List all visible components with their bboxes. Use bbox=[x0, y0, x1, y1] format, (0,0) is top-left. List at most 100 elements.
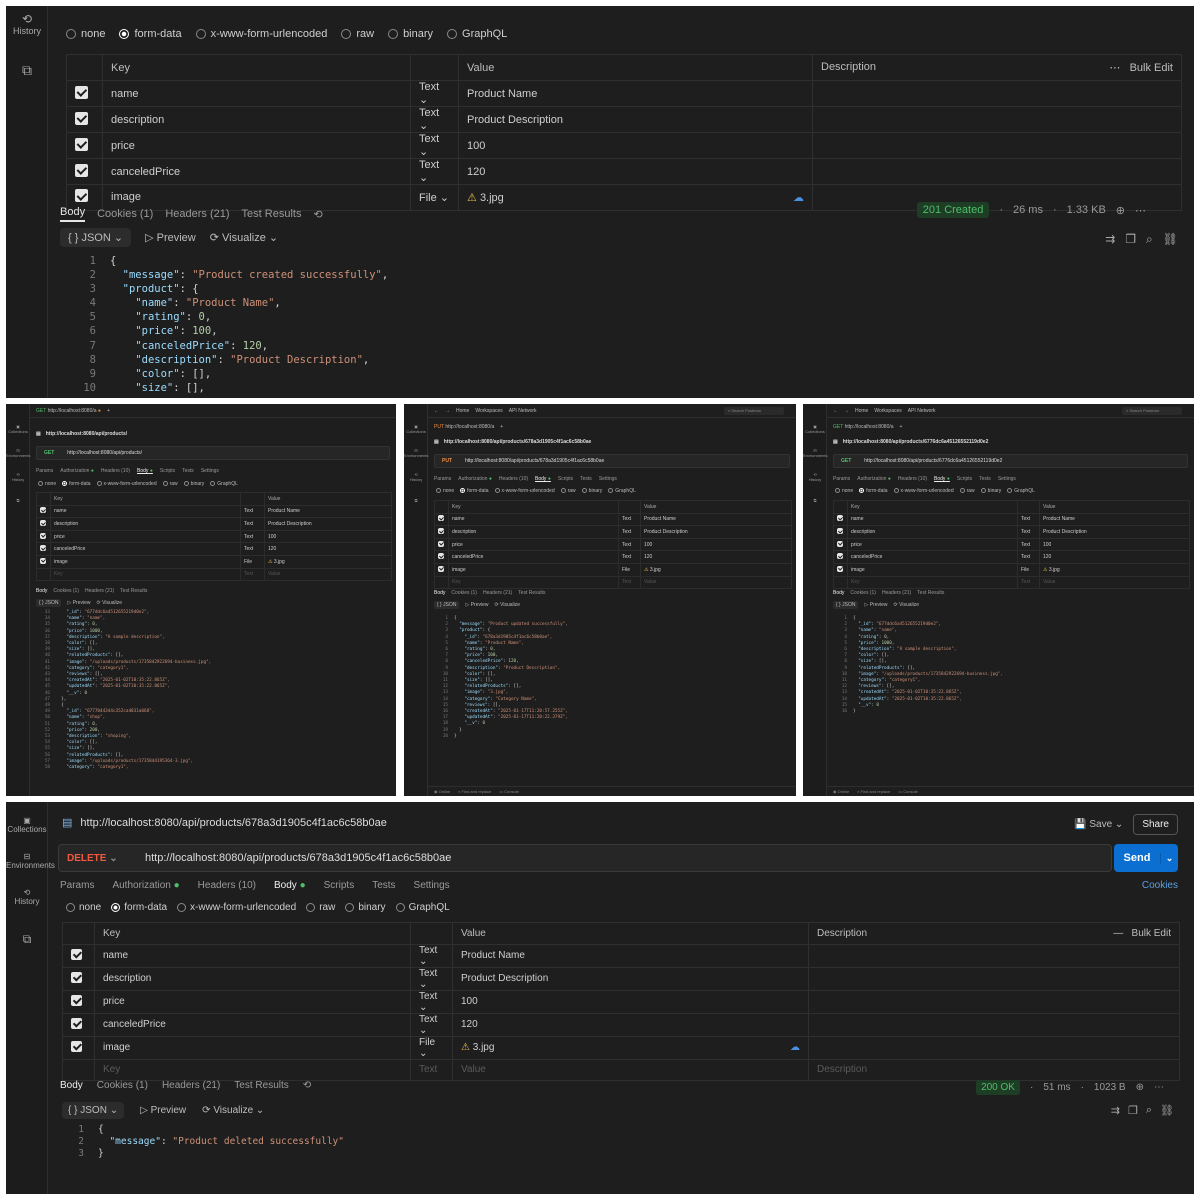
tab-test-results[interactable]: Test Results bbox=[242, 208, 302, 220]
history-icon[interactable]: ⟲ bbox=[303, 1080, 311, 1091]
row-checkbox[interactable] bbox=[75, 85, 88, 99]
nav-home[interactable]: Home bbox=[456, 408, 469, 414]
request-tab[interactable]: GET http://localhost:8080/a ● bbox=[36, 408, 101, 414]
more-icon[interactable]: ⋯ bbox=[1154, 1082, 1164, 1093]
tab-params[interactable]: Params bbox=[60, 880, 94, 891]
url-input[interactable]: http://localhost:8080/api/products/678a3… bbox=[465, 458, 604, 464]
environments-icon[interactable]: ⊟ Environments bbox=[803, 448, 827, 458]
url-input[interactable]: http://localhost:8080/api/products/ bbox=[67, 450, 142, 456]
history-icon[interactable]: ⟲ History bbox=[6, 472, 30, 482]
radio-graphql[interactable]: GraphQL bbox=[447, 28, 507, 40]
send-button[interactable]: Send ⌄ bbox=[1114, 844, 1178, 872]
url-input[interactable]: http://localhost:8080/api/products/678a3… bbox=[145, 852, 451, 864]
tab-settings[interactable]: Settings bbox=[414, 880, 450, 891]
row-checkbox[interactable] bbox=[71, 1017, 82, 1029]
back-icon[interactable]: ← bbox=[434, 408, 439, 414]
search-icon[interactable]: ⌕ bbox=[1146, 232, 1153, 247]
wrap-icon[interactable]: ⇉ bbox=[1111, 1104, 1120, 1117]
radio-none[interactable]: none bbox=[66, 902, 101, 913]
format-select[interactable]: { } JSON ⌄ bbox=[60, 228, 132, 247]
tab-headers[interactable]: Headers (10) bbox=[198, 880, 256, 891]
row-checkbox[interactable] bbox=[71, 971, 82, 983]
radio-raw[interactable]: raw bbox=[306, 902, 335, 913]
tab-cookies[interactable]: Cookies (1) bbox=[97, 208, 153, 220]
row-checkbox[interactable] bbox=[40, 532, 46, 539]
collections-icon[interactable]: ▣ Collections bbox=[803, 424, 827, 434]
row-checkbox[interactable] bbox=[71, 994, 82, 1006]
sidebar-item-history[interactable]: ⟲ History bbox=[6, 888, 48, 906]
radio-graphql[interactable]: GraphQL bbox=[210, 481, 238, 487]
format-select[interactable]: { } JSON bbox=[36, 599, 62, 607]
tab-body[interactable]: Body ● bbox=[137, 468, 153, 474]
tab-headers[interactable]: Headers (21) bbox=[165, 208, 229, 220]
tab-scripts[interactable]: Scripts bbox=[160, 468, 175, 474]
tab-test-results[interactable]: Test Results bbox=[234, 1080, 288, 1091]
tab-headers[interactable]: Headers (21) bbox=[162, 1080, 220, 1091]
method-select[interactable]: PUT bbox=[439, 457, 455, 465]
cloud-upload-icon[interactable]: ☁ bbox=[790, 1042, 800, 1053]
row-value[interactable]: 120 bbox=[458, 158, 813, 185]
tab-headers[interactable]: Headers (10) bbox=[101, 468, 130, 474]
radio-binary[interactable]: binary bbox=[345, 902, 386, 913]
response-time[interactable]: 26 ms bbox=[1013, 204, 1043, 216]
tab-body[interactable]: Body bbox=[60, 1080, 83, 1091]
visualize-button[interactable]: ⟳ Visualize ⌄ bbox=[202, 1105, 264, 1116]
cookies-link[interactable]: Cookies bbox=[1142, 880, 1178, 891]
request-tab[interactable]: GET http://localhost:8080/a bbox=[833, 424, 894, 430]
status-badge[interactable]: 201 Created bbox=[916, 202, 990, 218]
online-status[interactable]: ◉ Online bbox=[434, 789, 450, 794]
visualize-button[interactable]: ⟳ Visualize bbox=[97, 600, 123, 606]
sidebar-item-history[interactable]: ⟲ History bbox=[6, 12, 48, 36]
collections-icon[interactable]: ▣ Collections bbox=[6, 424, 30, 434]
radio-x-www-form-urlencoded[interactable]: x-www-form-urlencoded bbox=[177, 902, 296, 913]
tab-body[interactable]: Body ● bbox=[274, 880, 306, 891]
bulk-edit-button[interactable]: ⋯ Bulk Edit bbox=[1109, 61, 1173, 74]
history-icon[interactable]: ⟲ History bbox=[803, 472, 827, 482]
format-select[interactable]: { } JSON ⌄ bbox=[62, 1102, 125, 1119]
forward-icon[interactable]: → bbox=[445, 408, 450, 414]
row-type-select[interactable]: Text ⌄ bbox=[410, 80, 459, 107]
chevron-down-icon[interactable]: ⌄ bbox=[1160, 852, 1178, 864]
row-key[interactable]: description bbox=[102, 106, 411, 133]
history-icon[interactable]: ⟲ bbox=[313, 208, 322, 221]
radio-none[interactable]: none bbox=[38, 481, 56, 487]
console-button[interactable]: ▭ Console bbox=[499, 789, 519, 794]
sidebar-item-environments[interactable]: ⊟ Environments bbox=[6, 852, 55, 870]
new-tab-button[interactable]: + bbox=[107, 408, 110, 414]
row-type-select[interactable]: Text ⌄ bbox=[410, 132, 459, 159]
method-select[interactable]: DELETE ⌄ bbox=[67, 853, 127, 864]
tab-settings[interactable]: Settings bbox=[201, 468, 219, 474]
row-checkbox[interactable] bbox=[75, 111, 88, 125]
tab-authorization[interactable]: Authorization ● bbox=[112, 880, 179, 891]
sidebar-item-collections[interactable]: ▣ Collections bbox=[6, 816, 48, 834]
tab-authorization[interactable]: Authorization ● bbox=[60, 468, 94, 474]
wrap-icon[interactable]: ⇉ bbox=[1105, 232, 1115, 247]
row-checkbox[interactable] bbox=[40, 507, 46, 514]
tab-body[interactable]: Body bbox=[60, 206, 86, 222]
row-value[interactable]: Product Description bbox=[458, 106, 813, 133]
response-time[interactable]: 51 ms bbox=[1043, 1082, 1070, 1093]
preview-button[interactable]: ▷ Preview bbox=[67, 600, 90, 606]
tab-tests[interactable]: Tests bbox=[372, 880, 395, 891]
nav-workspaces[interactable]: Workspaces bbox=[475, 408, 502, 414]
tab-scripts[interactable]: Scripts bbox=[324, 880, 355, 891]
row-value[interactable]: Product Name bbox=[458, 80, 813, 107]
row-checkbox[interactable] bbox=[75, 163, 88, 177]
search-icon[interactable]: ⌕ bbox=[1146, 1104, 1152, 1117]
globe-icon[interactable]: ⊕ bbox=[1136, 1082, 1144, 1093]
row-checkbox[interactable] bbox=[40, 557, 46, 564]
row-checkbox[interactable] bbox=[75, 137, 88, 151]
radio-form-data[interactable]: form-data bbox=[62, 481, 91, 487]
row-type-select[interactable]: Text ⌄ bbox=[410, 158, 459, 185]
flows-icon[interactable]: ⧉ bbox=[6, 62, 48, 79]
copy-icon[interactable]: ❐ bbox=[1128, 1104, 1138, 1117]
globe-icon[interactable]: ⊕ bbox=[1116, 204, 1125, 217]
collections-icon[interactable]: ▣ Collections bbox=[404, 424, 428, 434]
new-tab-button[interactable]: + bbox=[500, 424, 503, 430]
method-select[interactable]: GET bbox=[41, 449, 57, 457]
environments-icon[interactable]: ⊟ Environments bbox=[404, 448, 428, 458]
radio-binary[interactable]: binary bbox=[388, 28, 433, 40]
row-checkbox[interactable] bbox=[75, 189, 88, 203]
flows-icon[interactable]: ⧉ bbox=[803, 498, 827, 503]
link-icon[interactable]: ⛓ bbox=[1163, 232, 1178, 247]
